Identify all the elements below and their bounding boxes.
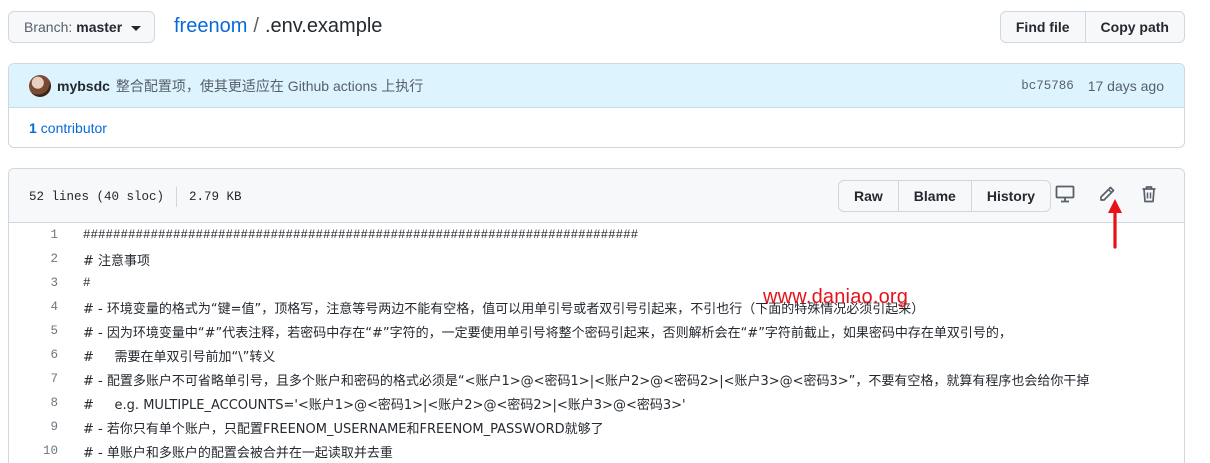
line-code: # 需要在单双引号前加“\”转义 xyxy=(83,349,276,365)
line-number[interactable]: 4 xyxy=(9,300,58,314)
copy-path-button[interactable]: Copy path xyxy=(1084,12,1184,42)
desktop-icon[interactable] xyxy=(1054,183,1076,205)
commit-author-link[interactable]: mybsdc xyxy=(57,78,110,94)
commit-meta: bc75786 17 days ago xyxy=(1021,78,1164,94)
line-number[interactable]: 6 xyxy=(9,348,58,362)
line-number[interactable]: 9 xyxy=(9,420,58,434)
breadcrumb-separator: / xyxy=(253,15,259,37)
code-line: 3 # xyxy=(9,271,1184,295)
commit-header: mybsdc 整合配置项，使其更适应在 Github actions 上执行 b… xyxy=(9,64,1184,108)
commit-time: 17 days ago xyxy=(1087,78,1164,94)
code-line: 9 # - 若你只有单个账户，只配置FREENOM_USERNAME和FREENO… xyxy=(9,415,1184,439)
raw-button[interactable]: Raw xyxy=(839,181,898,211)
divider xyxy=(176,187,178,207)
line-code: # - 单账户和多账户的配置会被合并在一起读取并去重 xyxy=(83,445,393,461)
code-line: 5 # - 因为环境变量中“#”代表注释，若密码中存在“#”字符的，一定要使用单引… xyxy=(9,319,1184,343)
file-nav-bar: Branch: master freenom / .env.example Find… xyxy=(8,11,1185,44)
contributors-link[interactable]: 1 contributor xyxy=(9,108,1184,147)
breadcrumb-file: .env.example xyxy=(264,15,383,37)
commit-sha-link[interactable]: bc75786 xyxy=(1021,78,1074,94)
contributors-label: contributor xyxy=(40,120,107,136)
latest-commit-box: mybsdc 整合配置项，使其更适应在 Github actions 上执行 b… xyxy=(8,63,1185,148)
history-button[interactable]: History xyxy=(970,181,1050,211)
find-file-button[interactable]: Find file xyxy=(1001,12,1085,42)
file-lines-info: 52 lines (40 sloc) xyxy=(29,190,165,204)
line-number[interactable]: 2 xyxy=(9,252,58,266)
line-code: # 注意事项 xyxy=(83,253,151,269)
trash-icon[interactable] xyxy=(1138,183,1160,205)
code-line: 6 # 需要在单双引号前加“\”转义 xyxy=(9,343,1184,367)
line-code: ########################################… xyxy=(83,228,639,242)
line-number[interactable]: 8 xyxy=(9,396,58,410)
file-viewer: 52 lines (40 sloc) 2.79 KB Raw Blame His… xyxy=(8,168,1185,463)
file-path-actions: Find file Copy path xyxy=(999,11,1185,43)
annotation-arrow-icon xyxy=(1108,199,1122,249)
line-number[interactable]: 7 xyxy=(9,372,58,386)
contributors-count: 1 xyxy=(29,120,37,136)
breadcrumb-repo-link[interactable]: freenom xyxy=(174,15,247,37)
commit-message[interactable]: 整合配置项，使其更适应在 Github actions 上执行 xyxy=(116,76,423,96)
avatar[interactable] xyxy=(29,74,51,97)
breadcrumb: freenom / .env.example xyxy=(174,15,382,38)
code-content: 1 #######################################… xyxy=(9,223,1184,463)
line-number[interactable]: 1 xyxy=(9,228,58,242)
code-line: 8 # e.g. MULTIPLE_ACCOUNTS='<账户1>@<密码1>|<… xyxy=(9,391,1184,415)
line-code: # - 若你只有单个账户，只配置FREENOM_USERNAME和FREENOM… xyxy=(83,421,604,437)
line-code: # - 因为环境变量中“#”代表注释，若密码中存在“#”字符的，一定要使用单引号… xyxy=(83,325,1012,341)
code-line: 2 # 注意事项 xyxy=(9,247,1184,271)
code-line: 10 # - 单账户和多账户的配置会被合并在一起读取并去重 xyxy=(9,439,1184,463)
code-line: 1 #######################################… xyxy=(9,223,1184,247)
line-number[interactable]: 10 xyxy=(9,444,58,458)
file-info: 52 lines (40 sloc) 2.79 KB xyxy=(29,187,242,207)
branch-select-button[interactable]: Branch: master xyxy=(8,11,155,43)
line-number[interactable]: 3 xyxy=(9,276,58,290)
line-number[interactable]: 5 xyxy=(9,324,58,338)
file-header: 52 lines (40 sloc) 2.79 KB Raw Blame His… xyxy=(9,169,1184,223)
code-line: 7 # - 配置多账户不可省略单引号，且多个账户和密码的格式必须是“<账户1>@<… xyxy=(9,367,1184,391)
caret-down-icon xyxy=(131,25,142,31)
line-code: # xyxy=(83,276,91,290)
branch-label: Branch: xyxy=(24,19,73,35)
line-code: # - 配置多账户不可省略单引号，且多个账户和密码的格式必须是“<账户1>@<密… xyxy=(83,373,1090,389)
file-view-actions: Raw Blame History xyxy=(838,180,1052,212)
blame-button[interactable]: Blame xyxy=(897,181,971,211)
code-line: 4 # - 环境变量的格式为“键=值”，顶格写，注意等号两边不能有空格，值可以用单… xyxy=(9,295,1184,319)
line-code: # e.g. MULTIPLE_ACCOUNTS='<账户1>@<密码1>|<账… xyxy=(83,397,686,413)
branch-value: master xyxy=(76,19,123,35)
file-size: 2.79 KB xyxy=(189,190,242,204)
watermark: www.daniao.org xyxy=(763,286,909,308)
